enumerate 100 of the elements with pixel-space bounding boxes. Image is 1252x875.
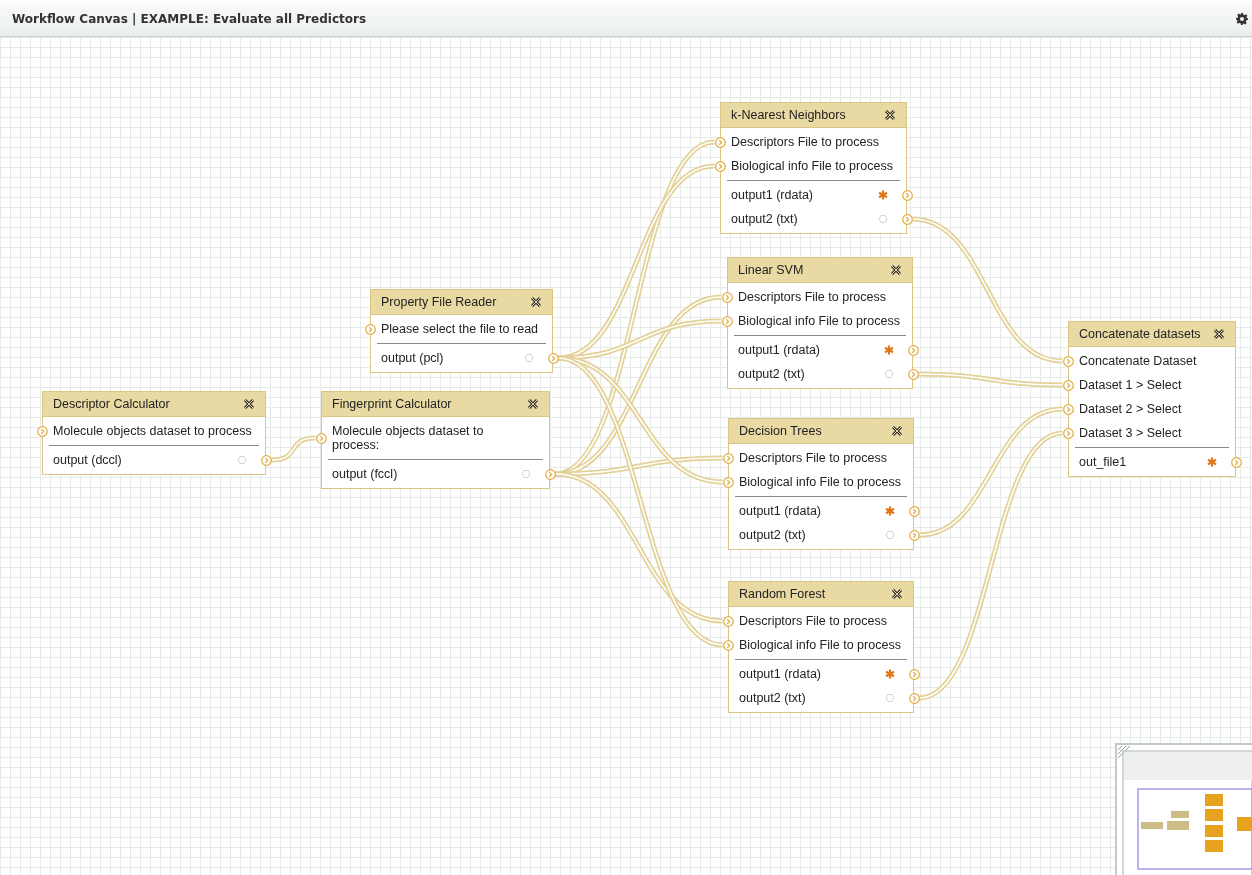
asterisk-icon[interactable] xyxy=(878,190,888,200)
tool-node[interactable]: Concatenate datasets Concatenate Dataset Dataset 1 > Select Dataset 2 > Select Dataset 3 > Select out_file1 xyxy=(1068,321,1236,477)
input-terminal[interactable] xyxy=(315,432,327,444)
close-icon[interactable] xyxy=(243,398,255,410)
tool-node[interactable]: Linear SVM Descriptors File to process Biological info File to process output1 (rdata) output2 (txt) xyxy=(727,257,913,389)
asterisk-icon[interactable] xyxy=(884,345,894,355)
output-label: output2 (txt) xyxy=(739,528,806,542)
input-terminal[interactable] xyxy=(1062,427,1074,439)
close-icon[interactable] xyxy=(891,588,903,600)
input-terminal[interactable] xyxy=(714,136,726,148)
node-header[interactable]: Fingerprint Calculator xyxy=(322,392,549,417)
output-terminal[interactable] xyxy=(260,454,272,466)
output-terminal[interactable] xyxy=(544,468,556,480)
output-terminal[interactable] xyxy=(901,189,913,201)
input-terminal[interactable] xyxy=(1062,403,1074,415)
tool-node[interactable]: Fingerprint Calculator Molecule objects dataset to process: output (fccl) xyxy=(321,391,550,489)
output-label: output (fccl) xyxy=(332,467,398,481)
output-label: output1 (rdata) xyxy=(738,343,820,357)
input-terminal[interactable] xyxy=(722,452,734,464)
input-terminal[interactable] xyxy=(36,425,48,437)
input-label: Biological info File to process xyxy=(739,475,901,489)
node-header[interactable]: Linear SVM xyxy=(728,258,912,283)
tool-node[interactable]: k-Nearest Neighbors Descriptors File to process Biological info File to process output1 (rdata) output2 (txt) xyxy=(720,102,907,234)
node-header[interactable]: Concatenate datasets xyxy=(1069,322,1235,347)
output-terminal[interactable] xyxy=(907,344,919,356)
node-title: k-Nearest Neighbors xyxy=(731,108,846,122)
tool-node[interactable]: Random Forest Descriptors File to process Biological info File to process output1 (rdata) output2 (txt) xyxy=(728,581,914,713)
output-terminal[interactable] xyxy=(908,692,920,704)
input-terminal[interactable] xyxy=(722,476,734,488)
hexagon-icon[interactable] xyxy=(524,353,534,363)
output-label: output1 (rdata) xyxy=(739,667,821,681)
connector xyxy=(270,435,317,463)
input-terminal[interactable] xyxy=(721,291,733,303)
input-label: Molecule objects dataset to process: xyxy=(332,424,485,452)
input-label: Dataset 3 > Select xyxy=(1079,426,1182,440)
close-icon[interactable] xyxy=(891,425,903,437)
input-terminal[interactable] xyxy=(722,639,734,651)
hexagon-icon[interactable] xyxy=(237,455,247,465)
input-label: Descriptors File to process xyxy=(738,290,886,304)
close-icon[interactable] xyxy=(884,109,896,121)
tool-node[interactable]: Property File Reader Please select the file to read output (pcl) xyxy=(370,289,553,373)
node-header[interactable]: k-Nearest Neighbors xyxy=(721,103,906,128)
node-title: Linear SVM xyxy=(738,263,804,277)
node-title: Random Forest xyxy=(739,587,826,601)
input-label: Concatenate Dataset xyxy=(1079,354,1197,368)
hexagon-icon[interactable] xyxy=(878,214,888,224)
input-terminal[interactable] xyxy=(1062,379,1074,391)
output-label: output1 (rdata) xyxy=(739,504,821,518)
hexagon-icon[interactable] xyxy=(521,469,531,479)
canvas-title: Workflow Canvas | EXAMPLE: Evaluate all Predictors xyxy=(12,12,367,26)
close-icon[interactable] xyxy=(530,296,542,308)
node-title: Decision Trees xyxy=(739,424,822,438)
tool-node[interactable]: Decision Trees Descriptors File to process Biological info File to process output1 (rdata) output2 (txt) xyxy=(728,418,914,550)
asterisk-icon[interactable] xyxy=(885,669,895,679)
output-label: output2 (txt) xyxy=(739,691,806,705)
node-header[interactable]: Decision Trees xyxy=(729,419,913,444)
input-terminal[interactable] xyxy=(722,615,734,627)
output-terminal[interactable] xyxy=(908,529,920,541)
output-label: output (pcl) xyxy=(381,351,444,365)
node-title: Concatenate datasets xyxy=(1079,327,1201,341)
output-terminal[interactable] xyxy=(908,505,920,517)
input-label: Biological info File to process xyxy=(739,638,901,652)
output-label: output2 (txt) xyxy=(738,367,805,381)
output-label: output1 (rdata) xyxy=(731,188,813,202)
output-label: output (dccl) xyxy=(53,453,122,467)
output-label: output2 (txt) xyxy=(731,212,798,226)
output-label: out_file1 xyxy=(1079,455,1127,469)
hexagon-icon[interactable] xyxy=(884,369,894,379)
node-header[interactable]: Property File Reader xyxy=(371,290,552,315)
input-terminal[interactable] xyxy=(721,315,733,327)
output-terminal[interactable] xyxy=(547,352,559,364)
node-header[interactable]: Random Forest xyxy=(729,582,913,607)
input-terminal[interactable] xyxy=(1062,355,1074,367)
input-label: Biological info File to process xyxy=(738,314,900,328)
node-title: Property File Reader xyxy=(381,295,497,309)
output-terminal[interactable] xyxy=(907,368,919,380)
input-label: Biological info File to process xyxy=(731,159,893,173)
node-header[interactable]: Descriptor Calculator xyxy=(43,392,265,417)
settings-icon[interactable] xyxy=(1236,13,1248,25)
input-label: Descriptors File to process xyxy=(739,614,887,628)
node-title: Descriptor Calculator xyxy=(53,397,170,411)
asterisk-icon[interactable] xyxy=(885,506,895,516)
output-terminal[interactable] xyxy=(908,668,920,680)
hexagon-icon[interactable] xyxy=(885,693,895,703)
output-terminal[interactable] xyxy=(901,213,913,225)
input-label: Descriptors File to process xyxy=(739,451,887,465)
input-terminal[interactable] xyxy=(364,323,376,335)
input-label: Molecule objects dataset to process xyxy=(53,424,252,438)
output-terminal[interactable] xyxy=(1230,456,1242,468)
input-label: Dataset 2 > Select xyxy=(1079,402,1182,416)
asterisk-icon[interactable] xyxy=(1207,457,1217,467)
node-title: Fingerprint Calculator xyxy=(332,397,452,411)
tool-node[interactable]: Descriptor Calculator Molecule objects dataset to process output (dccl) xyxy=(42,391,266,475)
close-icon[interactable] xyxy=(527,398,539,410)
input-label: Descriptors File to process xyxy=(731,135,879,149)
input-label: Please select the file to read xyxy=(381,322,539,336)
input-terminal[interactable] xyxy=(714,160,726,172)
close-icon[interactable] xyxy=(890,264,902,276)
close-icon[interactable] xyxy=(1213,328,1225,340)
hexagon-icon[interactable] xyxy=(885,530,895,540)
